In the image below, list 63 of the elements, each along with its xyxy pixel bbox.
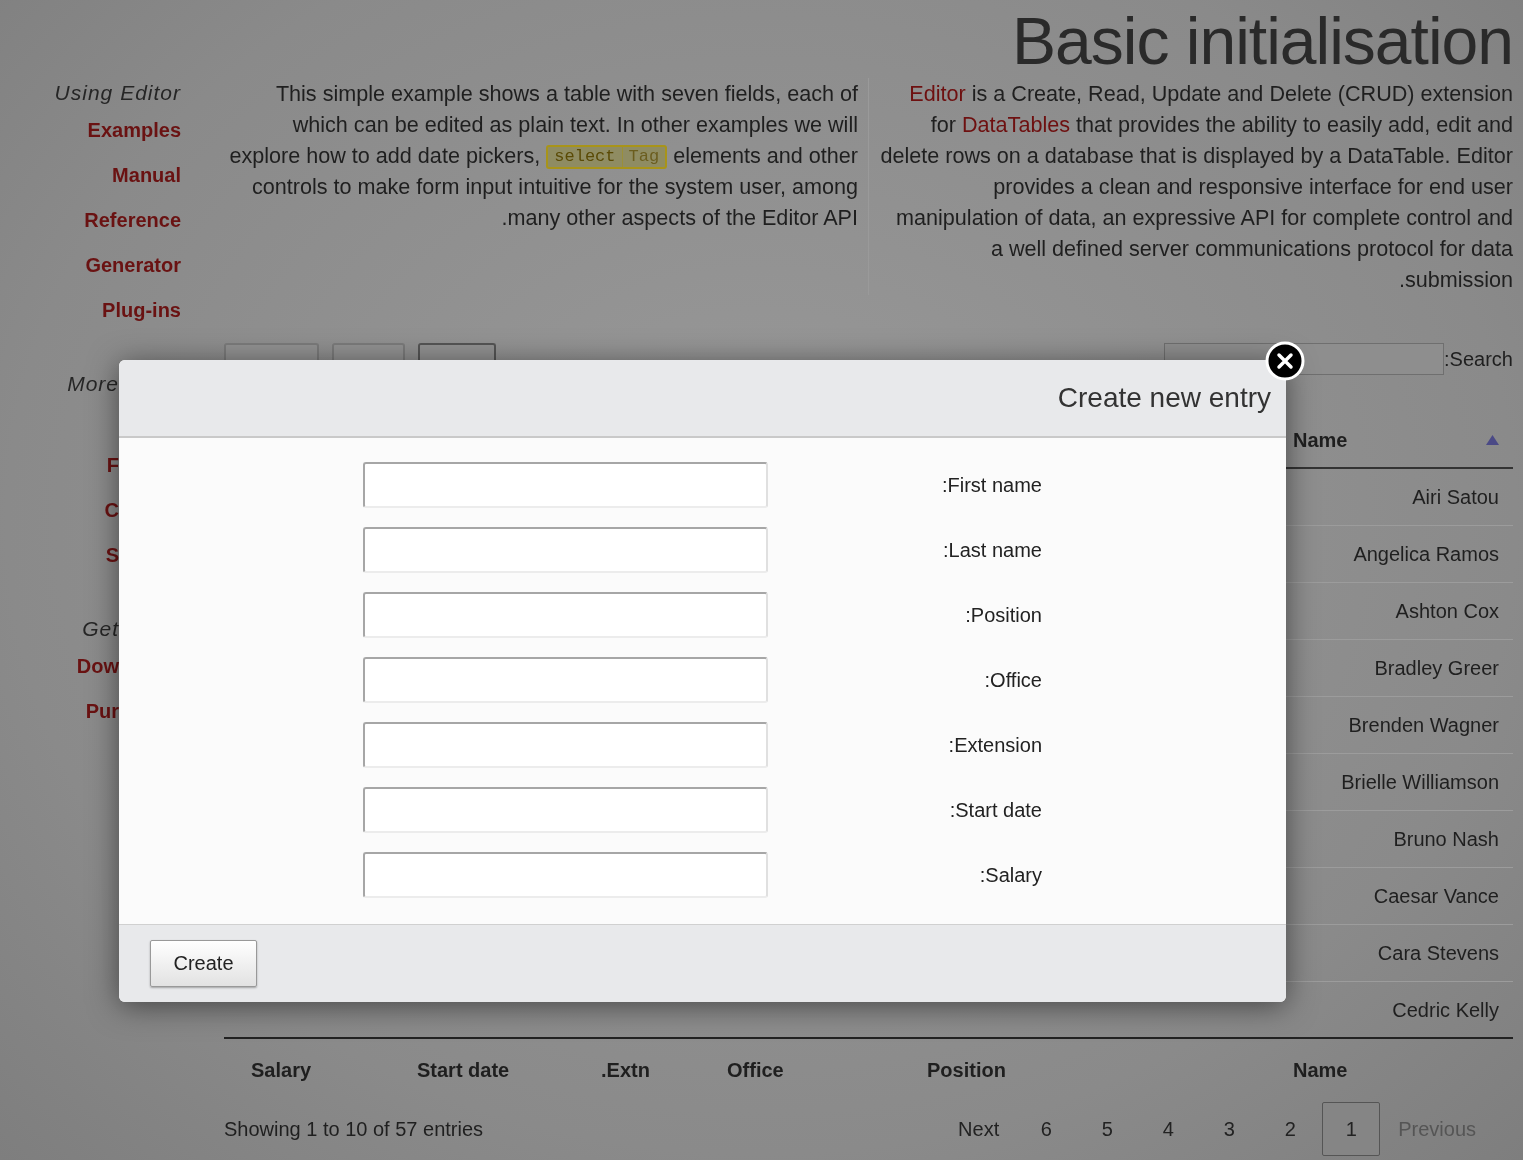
sidebar-link[interactable]: Reference — [84, 198, 181, 243]
search-label: :Search — [1444, 347, 1513, 372]
table-cell-text: Brielle Williamson — [1340, 770, 1500, 795]
input-field[interactable] — [363, 462, 768, 508]
sort-ascending-icon — [1486, 435, 1499, 445]
column-footer: Position — [900, 1058, 1286, 1082]
field-label: :Last name — [942, 538, 1042, 562]
input-field[interactable] — [363, 527, 768, 573]
sidebar-link[interactable]: Plug-ins — [102, 288, 181, 333]
input-field[interactable] — [363, 722, 768, 768]
text-link[interactable]: Editor — [909, 81, 966, 106]
sidebar-link[interactable]: Dow — [76, 644, 119, 689]
page-button[interactable]: 4 — [1139, 1102, 1198, 1156]
input-field[interactable] — [363, 657, 768, 703]
column-footer: Start date — [390, 1058, 574, 1082]
dialog-title: Create new entry — [1057, 382, 1271, 414]
page-title: Basic initialisation — [1012, 8, 1513, 74]
close-icon[interactable] — [1265, 341, 1305, 381]
field-label: :Extension — [947, 733, 1042, 757]
table-info: Showing 1 to 10 of 57 entries — [224, 1117, 484, 1141]
sidebar-link[interactable]: C — [104, 488, 119, 533]
sidebar-heading: Using Editor — [54, 80, 181, 106]
code-tag: select Tag — [546, 145, 668, 170]
column-footer: Office — [700, 1058, 900, 1082]
field-label: :Start date — [948, 798, 1042, 822]
sidebar-heading: More — [67, 371, 119, 397]
input-field[interactable] — [363, 592, 768, 638]
create-button[interactable]: Create — [150, 940, 257, 987]
table-cell-text: Ashton Cox — [1394, 599, 1500, 624]
field-label: :Office — [983, 668, 1042, 692]
sidebar-link[interactable]: Manual — [112, 153, 181, 198]
table-cell-text: Caesar Vance — [1372, 884, 1500, 909]
page-button[interactable]: 3 — [1200, 1102, 1259, 1156]
sidebar-link[interactable]: Generator — [85, 243, 181, 288]
page-button[interactable]: 6 — [1017, 1102, 1076, 1156]
field-label: :First name — [940, 473, 1042, 497]
intro-paragraph: Editor is a Create, Read, Update and Delete (CRUD) extension for DataTables that provides the ability to easily add, edit and delete rows on a database that is displayed by a DataTable. Editor provides a clean and responsive interface for end user manipulation of data, an expressive API for complete control and a well defined server communications protocol for data .submission — [880, 80, 1513, 294]
column-header[interactable]: Name — [1286, 405, 1513, 467]
table-cell-text: Bruno Nash — [1392, 827, 1500, 852]
table-cell-text: Cedric Kelly — [1391, 998, 1500, 1023]
sidebar-link[interactable]: S — [105, 533, 119, 578]
field-label: :Salary — [978, 863, 1042, 887]
table-cell-text: Brenden Wagner — [1347, 713, 1500, 738]
input-field[interactable] — [363, 787, 768, 833]
column-footer: .Extn — [574, 1058, 700, 1082]
table-cell-text: Cara Stevens — [1376, 941, 1500, 966]
page-button[interactable]: 2 — [1261, 1102, 1320, 1156]
page-button[interactable]: 1 — [1322, 1102, 1381, 1156]
text-link[interactable]: DataTables — [962, 112, 1071, 137]
column-footer: Salary — [224, 1058, 390, 1082]
page-button[interactable]: 5 — [1078, 1102, 1137, 1156]
sidebar-link[interactable]: F — [106, 443, 119, 488]
column-footer: Name — [1286, 1058, 1513, 1082]
page-button[interactable]: Next — [943, 1102, 1015, 1156]
table-cell-text: Bradley Greer — [1373, 656, 1500, 681]
table-cell-text: Airi Satou — [1411, 485, 1500, 510]
sidebar-link[interactable]: Examples — [87, 108, 181, 153]
table-cell-text: Angelica Ramos — [1352, 542, 1500, 567]
sidebar-heading: Get — [82, 616, 119, 642]
input-field[interactable] — [363, 852, 768, 898]
intro-paragraph: This simple example shows a table with seven fields, each of which can be edited as plain text. In other examples we will explore how to add date pickers, select Tag elements and other controls to make form input intuitive for the system user, among .many other aspects of the Editor API — [228, 80, 858, 232]
sidebar-link[interactable]: Pur — [85, 689, 119, 734]
field-label: :Position — [964, 603, 1042, 627]
